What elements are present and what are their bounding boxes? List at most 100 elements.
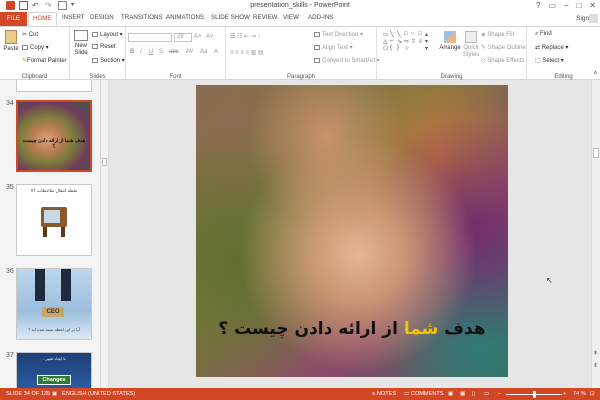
- shape-item-icon[interactable]: ↘: [397, 38, 404, 45]
- shape-item-icon[interactable]: [418, 45, 425, 52]
- shape-item-icon[interactable]: ╲: [390, 31, 397, 38]
- scroll-handle[interactable]: [593, 148, 599, 158]
- slide-title[interactable]: هدف شما از ارائه دادن چیست ؟: [196, 319, 508, 339]
- font-color-icon[interactable]: A: [214, 49, 218, 55]
- thumbnail-scroll-handle[interactable]: [102, 158, 107, 166]
- shadow-icon[interactable]: S: [159, 49, 163, 55]
- bullets-icon[interactable]: ☰ ☷ ⇤ ⇥ ↕: [230, 33, 260, 40]
- shape-item-icon[interactable]: ⌐: [390, 38, 397, 45]
- font-size-select[interactable]: 28: [174, 33, 192, 42]
- next-slide-icon[interactable]: ⇟: [593, 362, 598, 369]
- paste-button[interactable]: Paste: [2, 30, 20, 52]
- slide-thumbnail-panel[interactable]: 34 هدف شما از ارائه دادن چیست ؟ 35 نقطه …: [0, 80, 101, 388]
- tab-transitions[interactable]: TRANSITIONS: [121, 14, 163, 21]
- shrink-font-icon[interactable]: A˅: [206, 34, 214, 40]
- close-icon[interactable]: ✕: [589, 1, 596, 10]
- shape-item-icon[interactable]: [411, 45, 418, 52]
- zoom-in-icon[interactable]: +: [563, 391, 566, 397]
- layout-button[interactable]: Layout ▾: [92, 31, 123, 38]
- cut-button[interactable]: ✂ Cut: [22, 31, 38, 38]
- italic-icon[interactable]: I: [140, 49, 142, 55]
- shape-item-icon[interactable]: ⇨: [404, 38, 411, 45]
- thumbnail-slide-37[interactable]: با ایجاد تغییر... Changes: [16, 352, 92, 388]
- shape-item-icon[interactable]: }: [397, 45, 404, 52]
- tab-view[interactable]: VIEW: [283, 14, 299, 21]
- new-slide-button[interactable]: New Slide: [72, 30, 90, 57]
- strikethrough-icon[interactable]: abc: [169, 49, 179, 55]
- shape-item-icon[interactable]: □: [404, 31, 411, 38]
- tab-slide-show[interactable]: SLIDE SHOW: [211, 14, 250, 21]
- language-indicator[interactable]: ENGLISH (UNITED STATES): [62, 391, 135, 397]
- layout-icon: [92, 31, 98, 37]
- shape-effects-button[interactable]: ◇ Shape Effects: [481, 57, 525, 64]
- zoom-slider-handle[interactable]: [533, 391, 536, 398]
- comments-button[interactable]: ▭ COMMENTS: [404, 391, 443, 397]
- shape-item-icon[interactable]: □: [418, 31, 425, 38]
- shape-item-icon[interactable]: ⇩: [418, 38, 425, 45]
- spelling-icon[interactable]: ▣: [52, 391, 57, 397]
- avatar[interactable]: [589, 14, 598, 23]
- shape-fill-button[interactable]: ◈ Shape Fill: [481, 31, 514, 38]
- shape-item-icon[interactable]: {: [390, 45, 397, 52]
- slide-sorter-icon[interactable]: ▦: [460, 391, 465, 397]
- ribbon-display-icon[interactable]: ▭: [548, 1, 556, 10]
- underline-icon[interactable]: U: [149, 49, 153, 55]
- slideshow-view-icon[interactable]: ▭: [484, 391, 489, 397]
- collapse-ribbon-icon[interactable]: ˄: [593, 71, 597, 77]
- normal-view-icon[interactable]: ▣: [448, 391, 453, 397]
- zoom-out-icon[interactable]: –: [498, 391, 501, 397]
- reset-button[interactable]: Reset: [92, 44, 116, 50]
- notes-button[interactable]: ≡ NOTES: [372, 391, 396, 397]
- slide-scrollbar[interactable]: ⇞ ⇟: [591, 80, 600, 388]
- font-name-select[interactable]: [128, 33, 172, 42]
- zoom-level[interactable]: 74 %: [573, 391, 586, 397]
- thumbnail-slide-35[interactable]: نقطه انتقال ملاحظات ؟!!: [16, 184, 92, 256]
- grow-font-icon[interactable]: A˄: [194, 34, 202, 40]
- prev-slide-icon[interactable]: ⇞: [593, 350, 598, 357]
- shape-item-icon[interactable]: ⇧: [411, 38, 418, 45]
- shape-item-icon[interactable]: ○: [411, 31, 418, 38]
- shape-item-icon[interactable]: ▭: [383, 31, 390, 38]
- shape-outline-button[interactable]: ✎ Shape Outline: [481, 44, 526, 51]
- fit-slide-icon[interactable]: ⊡: [590, 391, 595, 397]
- tab-add-ins[interactable]: ADD-INS: [308, 14, 333, 21]
- shape-item-icon[interactable]: ▴: [425, 31, 432, 38]
- convert-smartart-button[interactable]: Convert to SmartArt ▾: [314, 57, 380, 64]
- reading-view-icon[interactable]: ▯: [472, 391, 475, 397]
- copy-button[interactable]: Copy ▾: [22, 44, 49, 51]
- help-icon[interactable]: ?: [536, 1, 540, 10]
- tab-design[interactable]: DESIGN: [90, 14, 114, 21]
- align-text-button[interactable]: Align Text ▾: [314, 44, 353, 51]
- thumbnail-slide-36[interactable]: CEO آیا در این لحظه بسته شده اید ؟: [16, 268, 92, 340]
- replace-button[interactable]: ⇄ Replace ▾: [535, 44, 568, 51]
- shape-item-icon[interactable]: ▾: [425, 45, 432, 52]
- previous-thumbnail-partial[interactable]: [16, 80, 92, 92]
- align-icons[interactable]: ≡ ≡ ≡ ≡ ▥ ▤: [230, 49, 264, 56]
- shapes-gallery[interactable]: ▭ ╲ ╲ □ ○ □ ▴ △ ⌐ ↘ ⇨ ⇧ ⇩ ▾ ⬡{} ☆ ▾: [383, 31, 433, 61]
- shape-item-icon[interactable]: ╲: [397, 31, 404, 38]
- arrange-button[interactable]: Arrange: [439, 31, 461, 51]
- shape-item-icon[interactable]: ⬡: [383, 45, 390, 52]
- find-button[interactable]: ⌕ Find: [535, 31, 552, 38]
- thumbnail-slide-34[interactable]: هدف شما از ارائه دادن چیست ؟: [16, 100, 92, 172]
- maximize-icon[interactable]: □: [576, 1, 581, 10]
- shape-item-icon[interactable]: ▾: [425, 38, 432, 45]
- minimize-icon[interactable]: –: [564, 1, 568, 10]
- tab-home[interactable]: HOME: [28, 12, 57, 26]
- format-painter-button[interactable]: ✎Format Painter: [22, 57, 67, 64]
- text-direction-button[interactable]: Text Direction ▾: [314, 31, 363, 38]
- tab-review[interactable]: REVIEW: [253, 14, 277, 21]
- shape-item-icon[interactable]: △: [383, 38, 390, 45]
- tab-file[interactable]: FILE: [0, 12, 27, 26]
- thumbnail-scrollbar[interactable]: [101, 80, 109, 388]
- tab-animations[interactable]: ANIMATIONS: [166, 14, 204, 21]
- bold-icon[interactable]: B: [130, 49, 134, 55]
- shape-item-icon[interactable]: ☆: [404, 45, 411, 52]
- tab-insert[interactable]: INSERT: [62, 14, 85, 21]
- current-slide[interactable]: هدف شما از ارائه دادن چیست ؟: [196, 85, 508, 377]
- change-case-icon[interactable]: Aa: [200, 49, 207, 55]
- quick-styles-button[interactable]: Quick Styles: [461, 31, 481, 59]
- section-button[interactable]: Section ▾: [92, 57, 125, 64]
- select-button[interactable]: ⬚ Select ▾: [535, 57, 564, 64]
- char-spacing-icon[interactable]: AV: [186, 49, 194, 55]
